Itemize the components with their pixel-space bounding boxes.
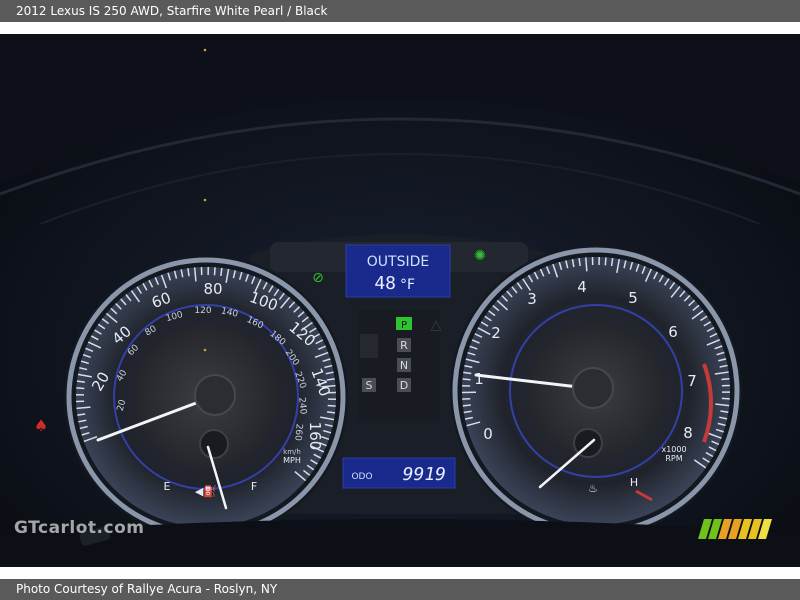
temp-unit: °F bbox=[400, 277, 415, 293]
speed-tick-mark bbox=[327, 404, 336, 407]
kmh-tick-260: 260 bbox=[292, 423, 303, 441]
kmh-unit: km/h bbox=[283, 448, 301, 456]
speed-tick-mark bbox=[220, 267, 223, 277]
rpm-tick-4: 4 bbox=[577, 278, 587, 296]
credit-text: Photo Courtesy of Rallye Acura - Roslyn,… bbox=[16, 582, 278, 596]
rpm-tick-3: 3 bbox=[527, 290, 537, 308]
rpm-tick-0: 0 bbox=[483, 425, 493, 443]
mph-tick-160: 160 bbox=[306, 422, 324, 451]
temp-hot-label: H bbox=[630, 476, 638, 489]
speed-tick-mark bbox=[326, 411, 336, 414]
kmh-tick-120: 120 bbox=[194, 306, 211, 316]
speedometer: 20 40 60 80 100 120 140 160 20 40 60 80 … bbox=[64, 255, 348, 539]
outside-temp: 48 bbox=[374, 273, 396, 294]
brand-stripes bbox=[698, 519, 772, 539]
mph-unit: MPH bbox=[283, 456, 301, 465]
rpm-tick-mark bbox=[462, 378, 471, 381]
rpm-unit: RPM bbox=[665, 454, 682, 463]
speed-tick-mark bbox=[213, 267, 216, 276]
rpm-tick-1: 1 bbox=[474, 370, 484, 388]
rpm-tick-mark bbox=[462, 404, 471, 407]
warning-light-icon: ♠ bbox=[34, 416, 48, 435]
cluster-drawing: 20 40 60 80 100 120 140 160 20 40 60 80 … bbox=[0, 34, 800, 567]
rpm-tick-6: 6 bbox=[668, 323, 678, 341]
rpm-tick-2: 2 bbox=[491, 324, 501, 342]
gear-d: D bbox=[400, 379, 408, 392]
coolant-temp-icon: ♨ bbox=[588, 482, 598, 495]
fuel-empty-label: E bbox=[164, 480, 171, 493]
odometer-value: 9919 bbox=[403, 464, 446, 485]
speed-tick-mark bbox=[76, 380, 86, 383]
outside-label: OUTSIDE bbox=[367, 254, 429, 270]
fuel-full-label: F bbox=[251, 480, 257, 493]
mph-tick-80: 80 bbox=[203, 280, 222, 298]
headlight-indicator-icon: ⊘ bbox=[312, 270, 324, 286]
rpm-tick-8: 8 bbox=[683, 424, 693, 442]
tachometer: 0 1 2 3 4 5 6 7 8 x1000 RPM ♨ H bbox=[450, 245, 742, 537]
odo-label: ODO bbox=[351, 472, 372, 482]
kmh-tick-240: 240 bbox=[296, 397, 307, 415]
warning-triangle-icon: △ bbox=[431, 317, 442, 333]
rpm-tick-7: 7 bbox=[687, 372, 697, 390]
rpm-tick-mark bbox=[610, 257, 614, 267]
gear-r: R bbox=[400, 339, 408, 352]
fuel-pump-icon: ◀⛽ bbox=[195, 485, 217, 498]
cluster-photo: 20 40 60 80 100 120 140 160 20 40 60 80 … bbox=[0, 34, 800, 567]
parking-light-icon: ✺ bbox=[474, 248, 486, 264]
gear-n: N bbox=[400, 359, 408, 372]
rpm-tick-mark bbox=[721, 377, 730, 381]
rpm-tick-mark bbox=[585, 257, 588, 272]
credit-bar: Photo Courtesy of Rallye Acura - Roslyn,… bbox=[0, 579, 800, 600]
watermark: GTcarlot.com bbox=[14, 518, 145, 538]
rpm-unit-multiplier: x1000 bbox=[661, 445, 686, 454]
gear-mode-s: S bbox=[366, 379, 373, 392]
rpm-tick-5: 5 bbox=[628, 289, 638, 307]
caption-text: 2012 Lexus IS 250 AWD, Starfire White Pe… bbox=[16, 4, 328, 18]
rpm-tick-mark bbox=[578, 257, 581, 267]
rpm-tick-mark bbox=[604, 257, 607, 266]
speed-tick-mark bbox=[76, 387, 85, 390]
caption-bar: 2012 Lexus IS 250 AWD, Starfire White Pe… bbox=[0, 0, 800, 22]
gear-p: P bbox=[401, 320, 407, 331]
